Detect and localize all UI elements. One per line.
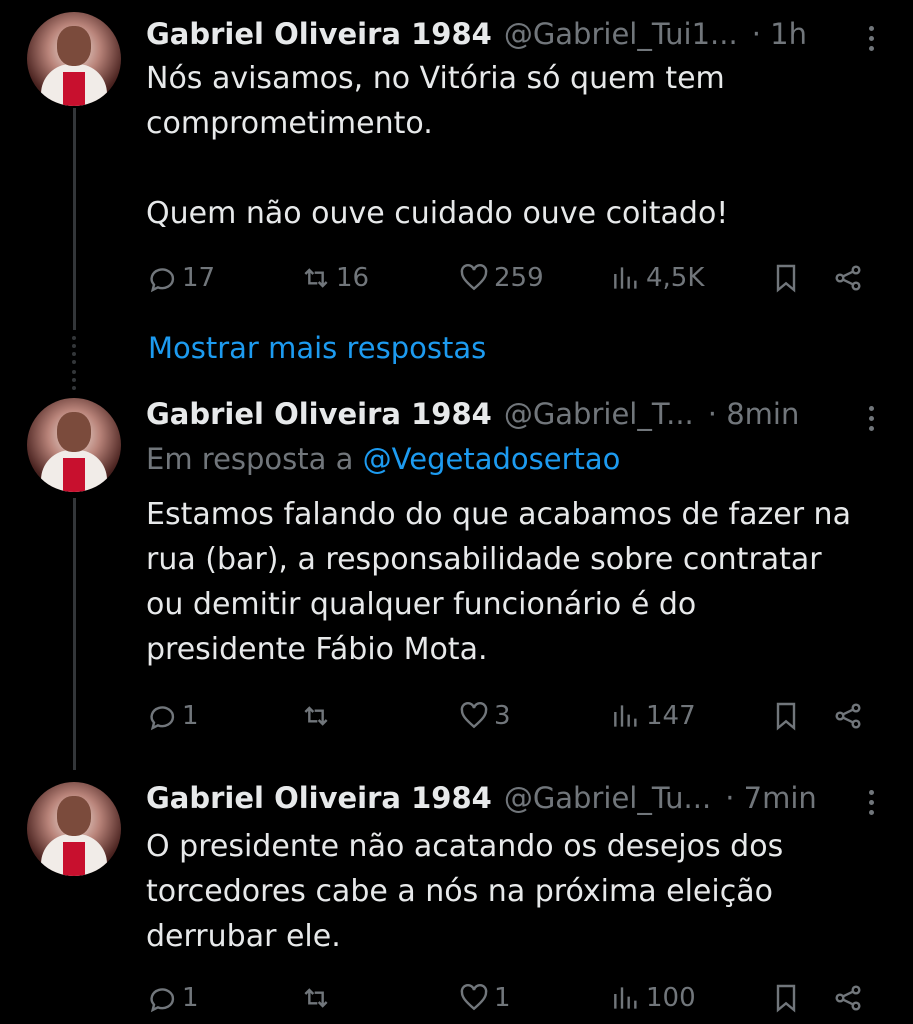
tweet-text-line: Nós avisamos, no Vitória só quem tem — [146, 61, 725, 96]
reply-icon — [150, 988, 175, 1013]
user-handle[interactable]: @Gabriel_Tui1... — [504, 17, 738, 51]
thread-dots — [71, 370, 78, 394]
views-icon — [614, 987, 637, 1009]
repost-button[interactable]: 16 — [300, 262, 369, 294]
like-count: 3 — [494, 701, 511, 731]
share-button[interactable] — [832, 982, 864, 1014]
bookmark-button[interactable] — [770, 700, 802, 732]
more-options-icon[interactable] — [869, 26, 875, 56]
reply-mention-link[interactable]: @Vegetadosertao — [363, 442, 621, 476]
like-button[interactable]: 3 — [458, 700, 511, 732]
tweet-text-line: presidente Fábio Mota. — [146, 632, 488, 667]
tweet-header: Gabriel Oliveira 1984 @Gabriel_Tui1... ·… — [146, 12, 807, 56]
tweet-text-line: rua (bar), a responsabilidade sobre cont… — [146, 542, 822, 577]
share-icon — [835, 985, 861, 1011]
display-name[interactable]: Gabriel Oliveira 1984 — [146, 17, 492, 51]
repost-button[interactable] — [300, 700, 336, 732]
tweet-text-line: derrubar ele. — [146, 919, 341, 954]
tweet-text: Nós avisamos, no Vitória só quem tem com… — [146, 56, 886, 236]
tweet-header: Gabriel Oliveira 1984 @Gabriel_T... · 8m… — [146, 392, 799, 436]
reply-context: Em resposta a @Vegetadosertao — [146, 442, 620, 476]
reply-button[interactable]: 17 — [146, 262, 215, 294]
avatar[interactable] — [27, 782, 121, 876]
tweet-actions: 1 3 147 — [146, 700, 876, 740]
reply-button[interactable]: 1 — [146, 700, 199, 732]
reply-count: 1 — [182, 701, 199, 731]
tweet-actions: 17 16 259 4,5K — [146, 262, 876, 302]
more-options-icon[interactable] — [869, 790, 875, 820]
thread-line — [73, 108, 76, 330]
bookmark-button[interactable] — [770, 262, 802, 294]
views-count: 4,5K — [646, 263, 705, 293]
thread-dots — [71, 336, 78, 368]
avatar[interactable] — [27, 12, 121, 106]
share-icon — [835, 703, 861, 729]
repost-count: 16 — [336, 263, 370, 293]
reply-count: 17 — [182, 263, 216, 293]
display-name[interactable]: Gabriel Oliveira 1984 — [146, 781, 492, 815]
thread-line — [73, 498, 76, 770]
reply-icon — [150, 706, 175, 731]
tweet-text-line: ou demitir qualquer funcionário é do — [146, 587, 697, 622]
repost-icon — [304, 706, 328, 726]
timestamp[interactable]: · 8min — [708, 397, 800, 431]
avatar[interactable] — [27, 398, 121, 492]
reply-icon — [150, 268, 175, 293]
like-button[interactable]: 259 — [458, 262, 544, 294]
bookmark-icon — [776, 264, 796, 293]
tweet-text-line: O presidente não acatando os desejos dos — [146, 829, 784, 864]
bookmark-button[interactable] — [770, 982, 802, 1014]
user-handle[interactable]: @Gabriel_T... — [504, 397, 694, 431]
views-icon — [614, 705, 637, 727]
like-count: 1 — [494, 983, 511, 1013]
timestamp[interactable]: · 1h — [752, 17, 807, 51]
views-icon — [614, 267, 637, 289]
tweet-text: O presidente não acatando os desejos dos… — [146, 824, 886, 959]
views-count: 147 — [646, 701, 696, 731]
share-icon — [835, 265, 861, 291]
like-icon — [460, 264, 488, 291]
reply-prefix: Em resposta a — [146, 442, 363, 476]
repost-icon — [304, 988, 328, 1008]
reply-button[interactable]: 1 — [146, 982, 199, 1014]
share-button[interactable] — [832, 700, 864, 732]
tweet-actions: 1 1 100 — [146, 982, 876, 1022]
tweet-text-line: torcedores cabe a nós na próxima eleição — [146, 874, 773, 909]
tweet-text-line: comprometimento. — [146, 106, 433, 141]
like-button[interactable]: 1 — [458, 982, 511, 1014]
views-button[interactable]: 100 — [610, 982, 696, 1014]
user-handle[interactable]: @Gabriel_Tu... — [504, 781, 711, 815]
more-options-icon[interactable] — [869, 406, 875, 436]
tweet-text: Estamos falando do que acabamos de fazer… — [146, 492, 886, 672]
share-button[interactable] — [832, 262, 864, 294]
like-icon — [460, 702, 488, 729]
tweet-header: Gabriel Oliveira 1984 @Gabriel_Tu... · 7… — [146, 776, 817, 820]
tweet-text-line: Quem não ouve cuidado ouve coitado! — [146, 196, 729, 231]
repost-icon — [304, 268, 328, 288]
like-icon — [460, 984, 488, 1011]
tweet-text-line: Estamos falando do que acabamos de fazer… — [146, 497, 851, 532]
repost-button[interactable] — [300, 982, 336, 1014]
tweet-text-line — [146, 146, 886, 191]
views-button[interactable]: 4,5K — [610, 262, 704, 294]
like-count: 259 — [494, 263, 544, 293]
views-button[interactable]: 147 — [610, 700, 696, 732]
views-count: 100 — [646, 983, 696, 1013]
bookmark-icon — [776, 702, 796, 731]
display-name[interactable]: Gabriel Oliveira 1984 — [146, 397, 492, 431]
show-more-replies-link[interactable]: Mostrar mais respostas — [148, 331, 486, 365]
reply-count: 1 — [182, 983, 199, 1013]
bookmark-icon — [776, 984, 796, 1013]
timestamp[interactable]: · 7min — [725, 781, 817, 815]
